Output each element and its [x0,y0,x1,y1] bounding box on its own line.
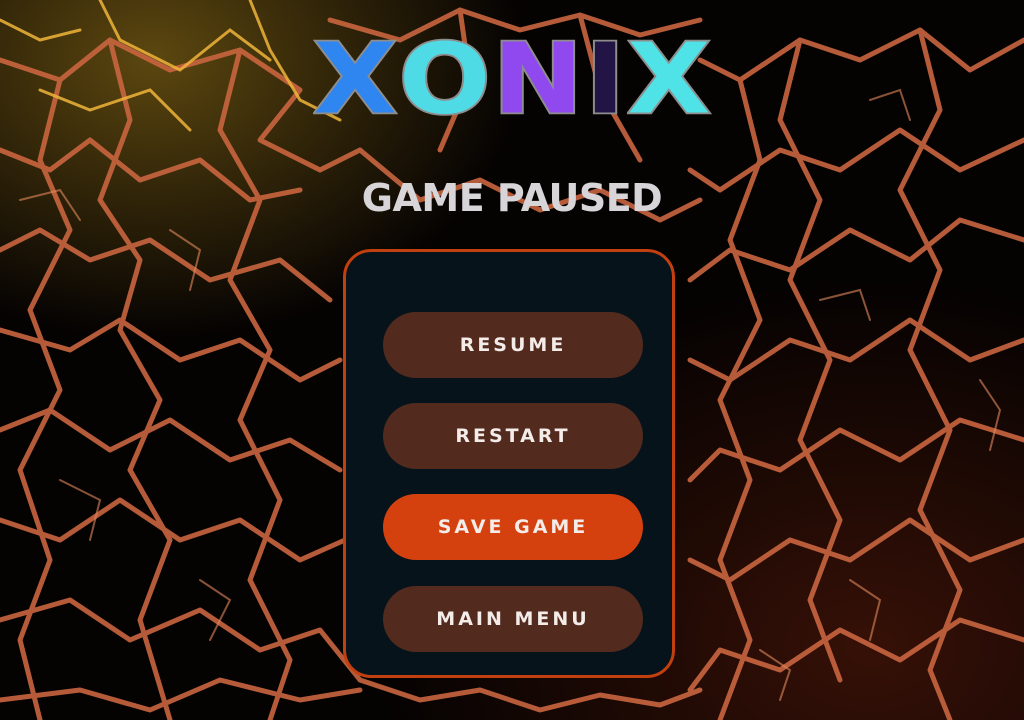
main-menu-button[interactable]: MAIN MENU [383,586,643,652]
game-screen: X O N I X GAME PAUSED RESUME RESTART SAV… [0,0,1024,720]
page-title: GAME PAUSED [361,176,663,220]
logo-letter-n: N [491,23,585,136]
logo-letter-o: O [397,23,493,136]
restart-button[interactable]: RESTART [383,403,643,469]
resume-button[interactable]: RESUME [383,312,643,378]
logo-letter-x2: X [625,23,712,136]
logo-letter-i: I [583,23,627,136]
save-game-button[interactable]: SAVE GAME [383,494,643,560]
logo-letter-x1: X [312,23,399,136]
xonix-logo: X O N I X [262,23,762,136]
pause-menu-panel: RESUME RESTART SAVE GAME MAIN MENU [343,249,675,678]
